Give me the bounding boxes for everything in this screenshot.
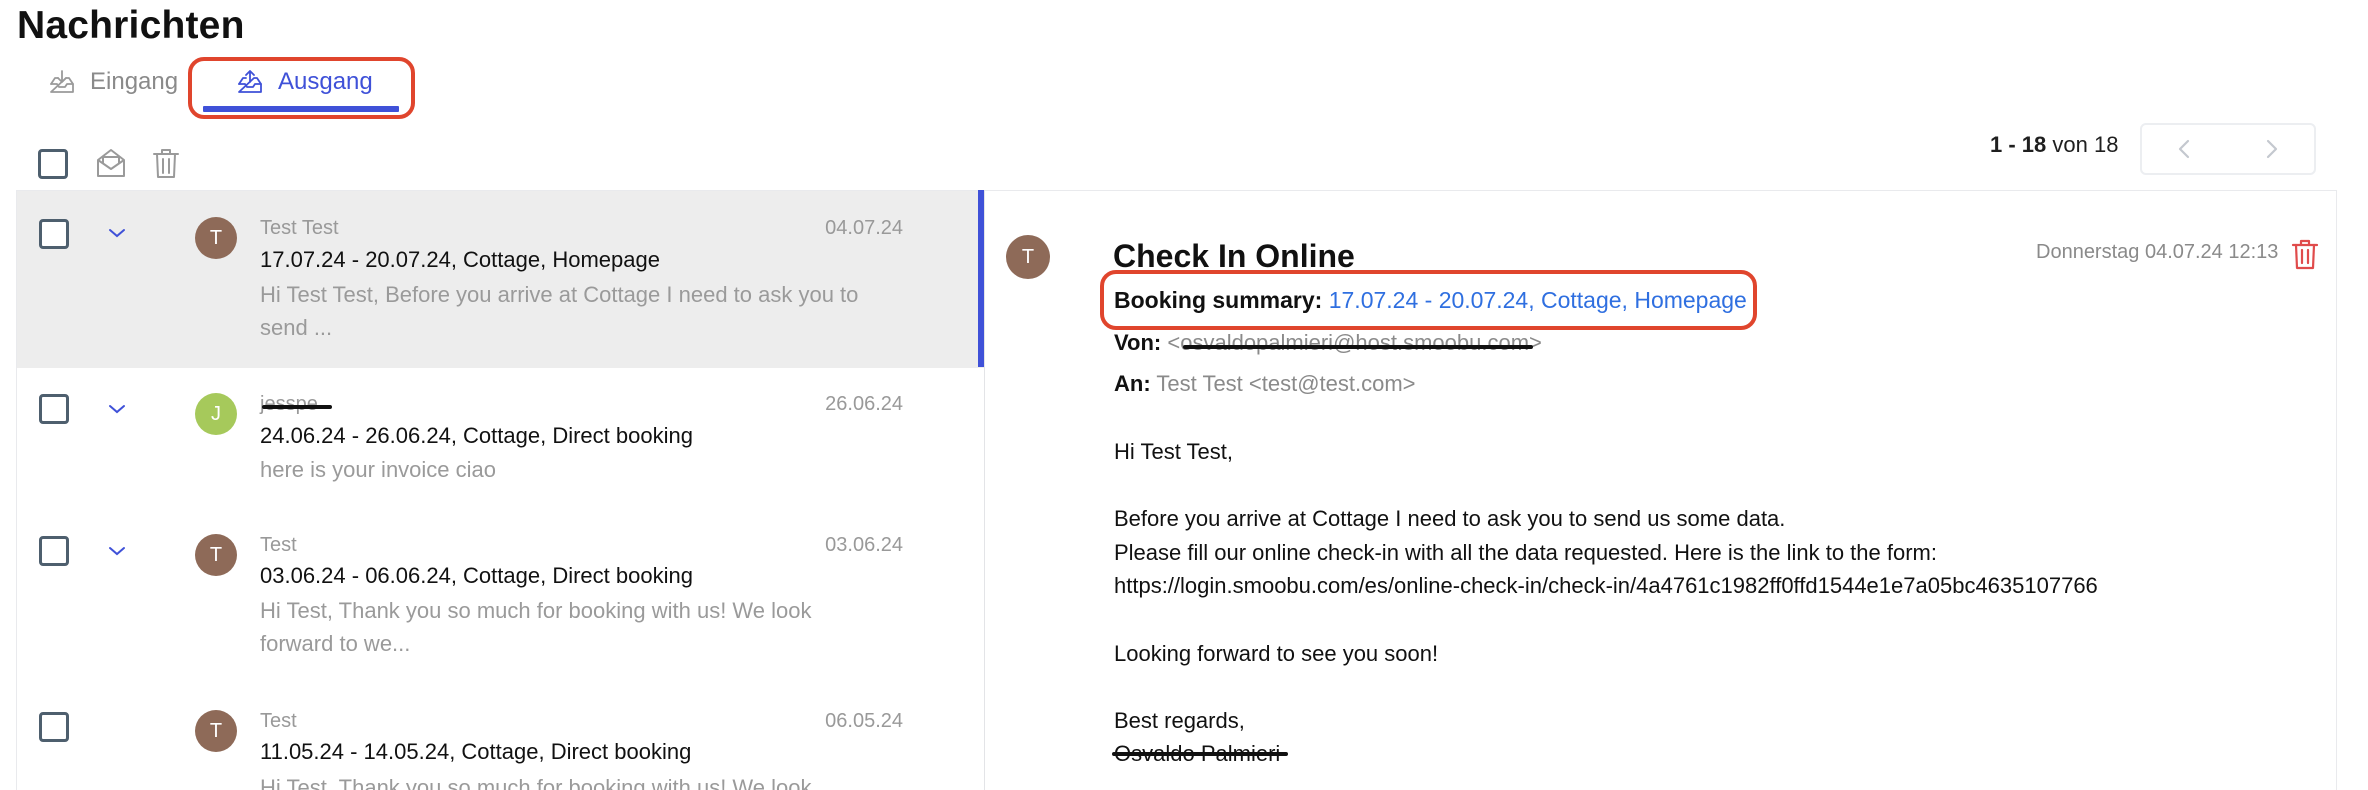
from-line: Von: <osvaldopalmieri@host.smoobu.com>	[1114, 330, 1542, 356]
message-preview-line: here is your invoice ciao	[260, 457, 497, 482]
from-address: <osvaldopalmieri@host.smoobu.com>	[1167, 330, 1542, 355]
avatar-initial: T	[209, 543, 223, 566]
message-subject: 11.05.24 - 14.05.24, Cottage, Direct boo…	[260, 739, 692, 764]
avatar-initial: J	[211, 402, 221, 425]
body-closing: Best regards,	[1114, 708, 1245, 733]
avatar: T	[195, 534, 237, 576]
message-datetime: Donnerstag 04.07.24 12:13	[2036, 241, 2279, 263]
pagination-of: von	[2052, 132, 2088, 157]
next-page-button[interactable]	[2228, 125, 2314, 173]
body-line: Before you arrive at Cottage I need to a…	[1114, 506, 1786, 531]
body-checkin-link[interactable]: https://login.smoobu.com/es/online-check…	[1114, 573, 2098, 599]
message-date: 04.07.24	[825, 217, 903, 239]
message-preview-line: forward to we...	[260, 631, 411, 656]
to-address: Test Test <test@test.com>	[1156, 371, 1416, 396]
message-sender: Test	[260, 534, 297, 556]
message-date: 06.05.24	[825, 710, 903, 732]
pagination-total: 18	[2094, 132, 2119, 157]
chevron-down-icon[interactable]	[105, 397, 129, 421]
sender-avatar: T	[1006, 235, 1050, 279]
message-preview-line: Hi Test, Thank you so much for booking w…	[260, 775, 812, 790]
chevron-right-icon	[2266, 139, 2278, 159]
message-preview-line: send ...	[260, 315, 333, 340]
chevron-left-icon	[2178, 139, 2190, 159]
selected-indicator	[978, 190, 984, 367]
message-checkbox[interactable]	[39, 394, 69, 424]
message-preview-line: Hi Test, Thank you so much for booking w…	[260, 598, 812, 623]
message-checkbox[interactable]	[39, 219, 69, 249]
body-line: Looking forward to see you soon!	[1114, 641, 1439, 666]
message-date: 03.06.24	[825, 534, 903, 556]
from-label: Von:	[1114, 330, 1162, 355]
message-sender: Test	[260, 710, 297, 732]
message-list-item[interactable]: J jesspe 26.06.24 24.06.24 - 26.06.24, C…	[17, 368, 984, 508]
avatar: T	[195, 710, 237, 752]
message-list-item[interactable]: T Test 06.05.24 11.05.24 - 14.05.24, Cot…	[17, 684, 984, 790]
chevron-down-icon[interactable]	[105, 221, 129, 245]
pagination-range: 1 - 18	[1990, 132, 2047, 157]
avatar: T	[195, 217, 237, 259]
message-checkbox[interactable]	[39, 536, 69, 566]
message-list: T Test Test 04.07.24 17.07.24 - 20.07.24…	[16, 190, 984, 790]
pagination-count: 1 - 18 von 18	[1990, 132, 2118, 158]
pager	[2140, 123, 2316, 175]
to-label: An:	[1114, 371, 1151, 396]
redaction-strike	[1183, 345, 1533, 349]
message-subject: 03.06.24 - 06.06.24, Cottage, Direct boo…	[260, 563, 693, 588]
mark-read-mail-icon[interactable]	[94, 146, 128, 180]
chevron-down-icon[interactable]	[105, 539, 129, 563]
avatar-initial: T	[1021, 245, 1035, 268]
message-preview: Hi Test Test, Before you arrive at Cotta…	[260, 278, 920, 344]
body-greeting: Hi Test Test,	[1114, 439, 1234, 464]
message-list-item[interactable]: T Test 03.06.24 03.06.24 - 06.06.24, Cot…	[17, 508, 984, 684]
body-line: Please fill our online check-in with all…	[1114, 540, 1937, 565]
inbox-download-icon	[50, 70, 74, 93]
message-preview: here is your invoice ciao	[260, 453, 920, 486]
previous-page-button[interactable]	[2142, 125, 2228, 173]
message-list-item[interactable]: T Test Test 04.07.24 17.07.24 - 20.07.24…	[17, 191, 984, 368]
highlight-outline-tab	[188, 57, 415, 119]
detail-top-border	[985, 190, 2337, 191]
select-all-checkbox[interactable]	[38, 149, 68, 179]
redaction-strike	[1112, 752, 1288, 756]
avatar-initial: T	[209, 226, 223, 249]
tab-inbox-label: Eingang	[90, 68, 179, 95]
message-preview: Hi Test, Thank you so much for booking w…	[260, 771, 920, 790]
message-sender: Test Test	[260, 217, 339, 239]
page-title: Nachrichten	[17, 4, 245, 47]
message-subject: 24.06.24 - 26.06.24, Cottage, Direct boo…	[260, 423, 693, 448]
message-preview-line: Hi Test Test, Before you arrive at Cotta…	[260, 282, 859, 307]
redaction-strike	[262, 405, 332, 409]
avatar: J	[195, 393, 237, 435]
message-subject: 17.07.24 - 20.07.24, Cottage, Homepage	[260, 247, 660, 272]
message-preview: Hi Test, Thank you so much for booking w…	[260, 594, 920, 660]
avatar-initial: T	[209, 719, 223, 742]
message-checkbox[interactable]	[39, 712, 69, 742]
highlight-outline-summary	[1100, 270, 1757, 330]
detail-right-border	[2336, 190, 2337, 790]
delete-trash-icon[interactable]	[149, 146, 183, 180]
list-divider	[984, 190, 985, 790]
message-date: 26.06.24	[825, 393, 903, 415]
tab-inbox[interactable]: Eingang	[48, 62, 178, 102]
delete-message-trash-icon[interactable]	[2290, 238, 2320, 270]
to-line: An: Test Test <test@test.com>	[1114, 371, 1416, 397]
